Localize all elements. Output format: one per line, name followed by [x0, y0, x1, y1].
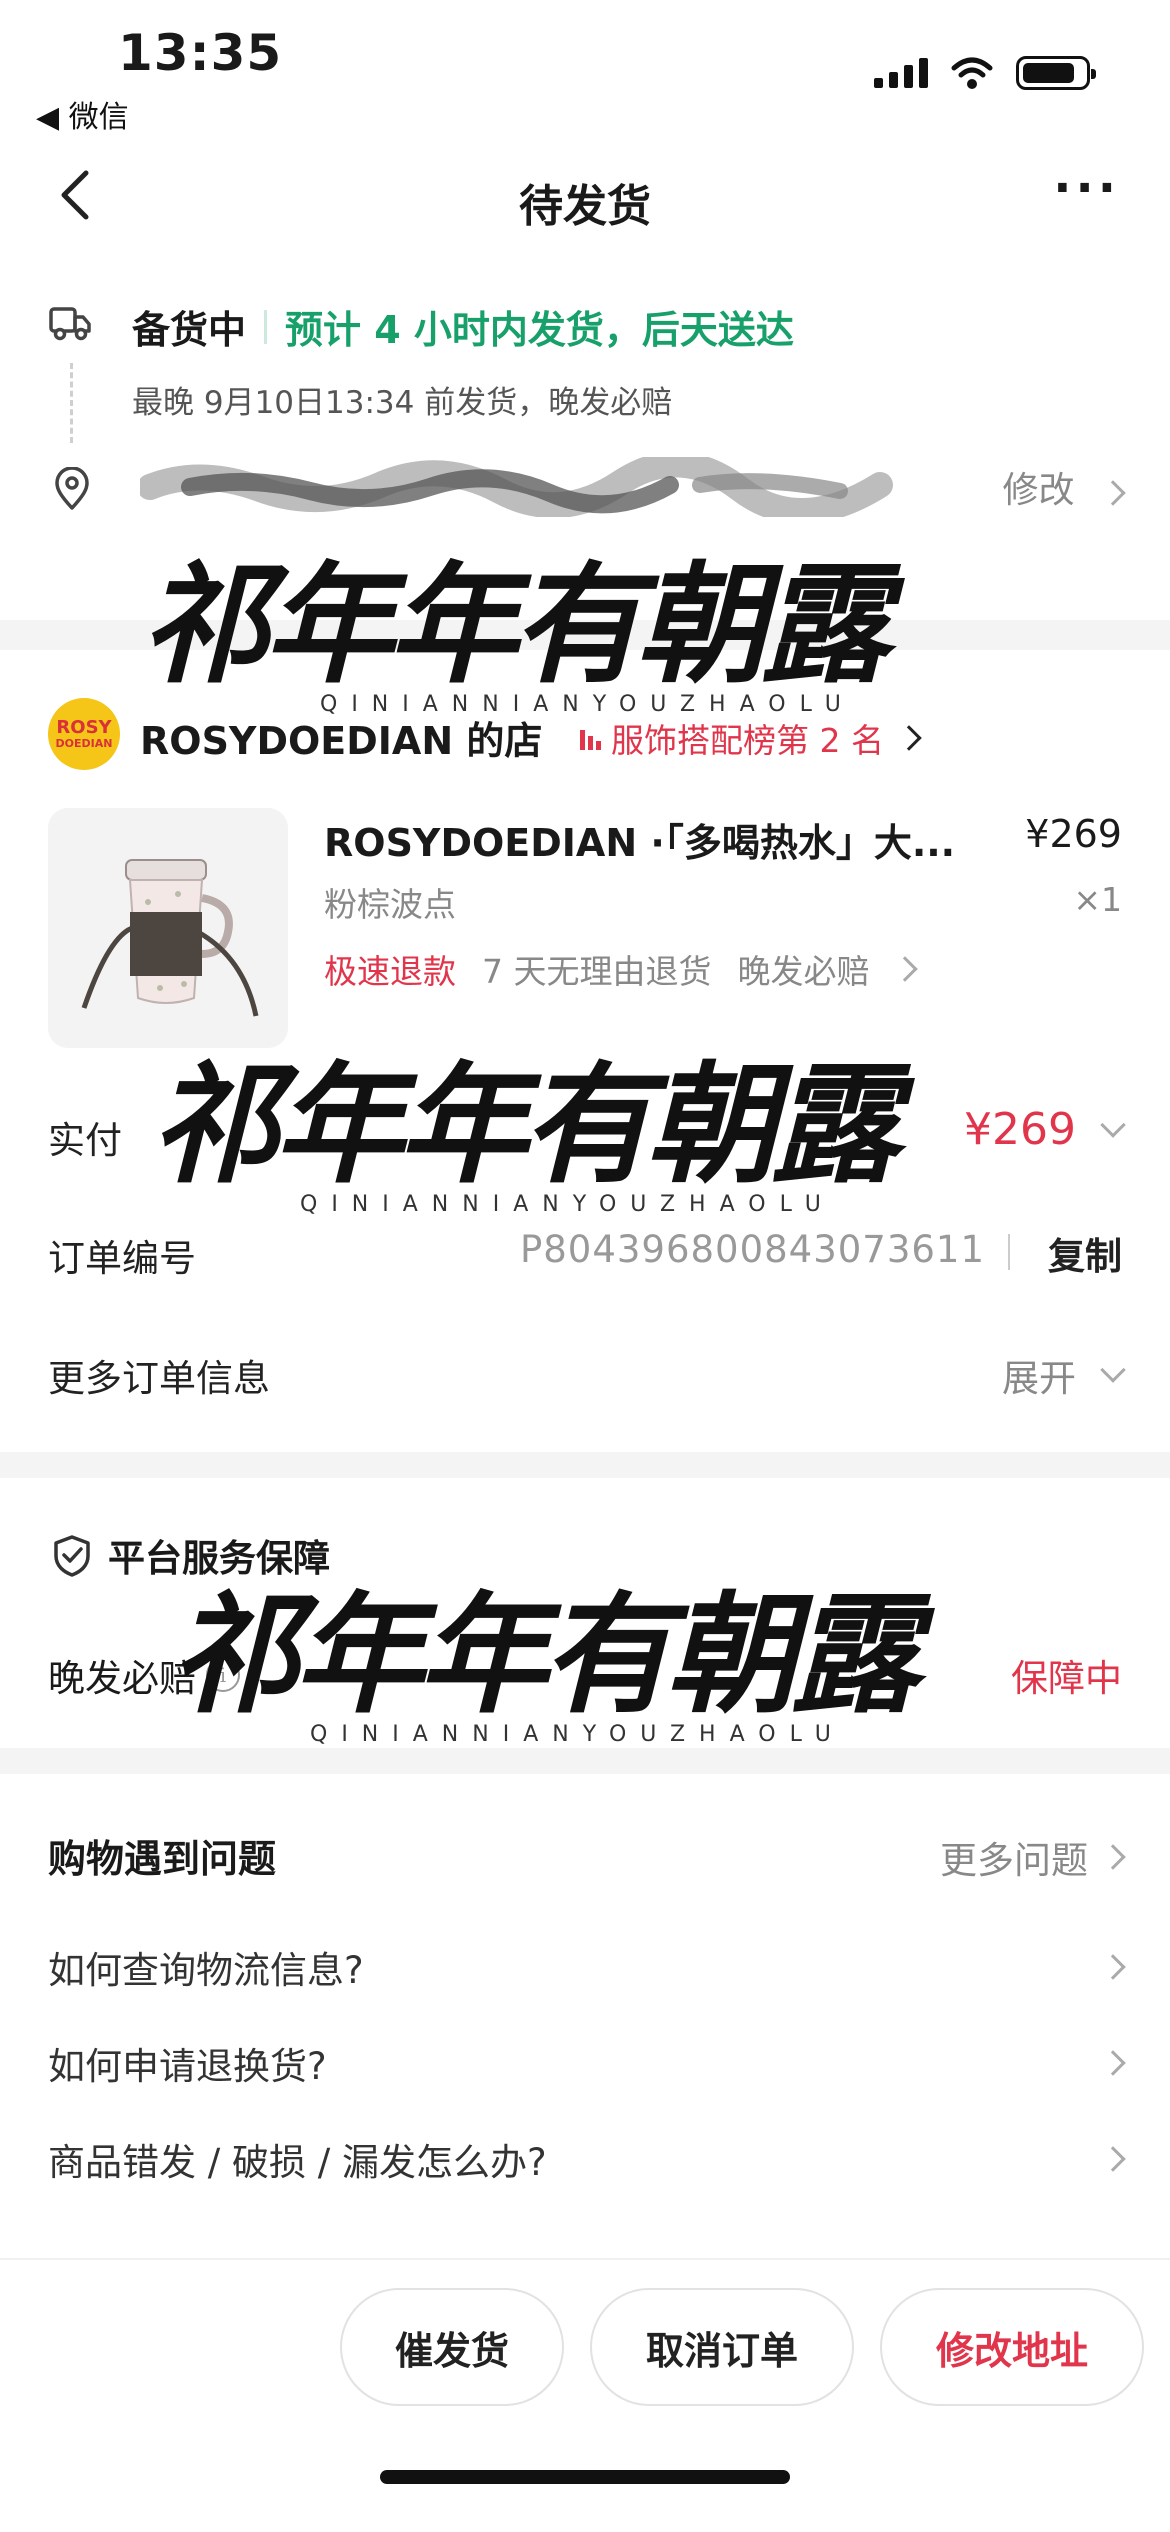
- copy-order-number-button[interactable]: 复制: [1048, 1226, 1122, 1280]
- truck-icon: [49, 307, 91, 341]
- watermark-pinyin: QINIANNIANYOUZHAOLU: [300, 1192, 835, 1217]
- payment-amount-row[interactable]: ¥269: [964, 1104, 1126, 1155]
- faq-question: 如何查询物流信息?: [48, 1949, 364, 1992]
- home-indicator[interactable]: [380, 2470, 790, 2484]
- chevron-down-icon: [1100, 1357, 1126, 1383]
- bottom-action-bar: 催发货 取消订单 修改地址: [0, 2258, 1170, 2532]
- more-questions-label: 更多问题: [940, 1839, 1088, 1882]
- shop-rank-text: 服饰搭配榜第 2 名: [611, 721, 884, 760]
- faq-question: 如何申请退换货?: [48, 2045, 327, 2088]
- status-divider: [264, 309, 268, 344]
- guarantee-title: 平台服务保障: [108, 1537, 330, 1580]
- faq-question: 商品错发 / 破损 / 漏发怎么办?: [48, 2141, 547, 2184]
- status-bar: 13:35 ◀ 微信: [0, 0, 1170, 140]
- shop-name[interactable]: ROSYDOEDIAN 的店: [140, 710, 542, 765]
- shop-row[interactable]: ROSY DOEDIAN ROSYDOEDIAN 的店 服饰搭配榜第 2 名: [0, 690, 1170, 780]
- nav-header: 待发货 ···: [0, 140, 1170, 250]
- section-gap: [0, 1452, 1170, 1478]
- ship-deadline: 最晚 9月10日13:34 前发货，晚发必赔: [132, 385, 673, 421]
- shop-rank-badge[interactable]: 服饰搭配榜第 2 名: [580, 714, 922, 762]
- product-variant: 粉棕波点: [324, 885, 456, 924]
- copy-divider: [1008, 1234, 1010, 1270]
- change-address-button[interactable]: 修改地址: [880, 2288, 1144, 2406]
- protection-status: 保障中: [1011, 1657, 1122, 1700]
- status-time: 13:35: [118, 24, 283, 82]
- address-redacted: [140, 457, 893, 517]
- tag-7day-return: 7 天无理由退货: [482, 952, 712, 991]
- tag-late-comp: 晚发必赔: [737, 952, 870, 991]
- modify-label: 修改: [1002, 470, 1075, 511]
- product-service-tags[interactable]: 极速退款 7 天无理由退货 晚发必赔: [324, 945, 918, 993]
- more-questions-link[interactable]: 更多问题: [940, 1830, 1126, 1884]
- status-state: 备货中: [132, 308, 247, 352]
- product-price: ¥269: [1025, 812, 1122, 856]
- chevron-down-icon: [1100, 1111, 1126, 1138]
- section-gap: [0, 1748, 1170, 1774]
- payment-label: 实付: [48, 1119, 122, 1162]
- back-to-wechat[interactable]: ◀ 微信: [36, 92, 129, 136]
- chevron-right-icon: [896, 725, 922, 751]
- status-eta: 预计 4 小时内发货，后天送达: [285, 308, 794, 352]
- battery-fill: [1023, 63, 1074, 83]
- shop-logo-text-1: ROSY: [56, 717, 112, 739]
- more-horizontal-icon[interactable]: ···: [1053, 160, 1120, 216]
- product-title[interactable]: ROSYDOEDIAN ·「多喝热水」大...: [324, 812, 1004, 867]
- more-order-info-label: 更多订单信息: [48, 1357, 270, 1400]
- urge-shipment-button[interactable]: 催发货: [340, 2288, 564, 2406]
- shop-logo-text-2: DOEDIAN: [55, 736, 113, 750]
- faq-item[interactable]: 如何查询物流信息?: [48, 1940, 1126, 1994]
- wifi-icon: [951, 57, 993, 89]
- faq-title: 购物遇到问题: [48, 1837, 277, 1881]
- signal-icon: [874, 58, 928, 88]
- battery-icon: [1016, 56, 1096, 90]
- status-line: 备货中 预计 4 小时内发货，后天送达: [132, 299, 794, 354]
- product-image[interactable]: [48, 808, 288, 1048]
- chevron-right-icon: [891, 956, 918, 982]
- chevron-right-icon: [1100, 2146, 1126, 2172]
- shield-check-icon: [54, 1535, 90, 1577]
- info-icon[interactable]: i: [206, 1658, 240, 1692]
- watermark-pinyin: QINIANNIANYOUZHAOLU: [310, 1722, 845, 1747]
- timeline-dashes: [70, 363, 73, 443]
- rank-bars-icon: [580, 726, 601, 750]
- status-icons: [874, 56, 1096, 90]
- order-number-value: P804396800843073611: [519, 1228, 985, 1271]
- late-comp-row[interactable]: 晚发必赔 i: [48, 1648, 240, 1702]
- watermark-text: 祁年年有朝露: [150, 1048, 900, 1201]
- watermark: 祁年年有朝露 QINIANNIANYOUZHAOLU: [150, 1020, 900, 1217]
- faq-item[interactable]: 如何申请退换货?: [48, 2036, 1126, 2090]
- section-gap: [0, 620, 1170, 650]
- page-title: 待发货: [519, 181, 651, 232]
- chevron-right-icon: [1100, 2050, 1126, 2076]
- order-status-card: 备货中 预计 4 小时内发货，后天送达 最晚 9月10日13:34 前发货，晚发…: [0, 285, 1170, 605]
- chevron-right-icon: [1100, 1844, 1126, 1870]
- expand-label: 展开: [1002, 1357, 1076, 1400]
- cancel-order-button[interactable]: 取消订单: [590, 2288, 854, 2406]
- chevron-right-icon: [1100, 1954, 1126, 1980]
- payment-amount: ¥269: [964, 1104, 1076, 1155]
- late-comp-label: 晚发必赔: [48, 1657, 196, 1700]
- expand-order-info-button[interactable]: 展开: [1002, 1348, 1126, 1402]
- tag-fast-refund: 极速退款: [324, 952, 456, 991]
- product-quantity: ×1: [1073, 880, 1122, 919]
- shop-logo[interactable]: ROSY DOEDIAN: [48, 698, 120, 770]
- modify-address-link[interactable]: 修改: [1002, 461, 1126, 513]
- chevron-right-icon: [1100, 480, 1126, 506]
- faq-item[interactable]: 商品错发 / 破损 / 漏发怎么办?: [48, 2132, 1126, 2186]
- order-number-label: 订单编号: [48, 1237, 196, 1280]
- location-pin-icon: [55, 467, 89, 510]
